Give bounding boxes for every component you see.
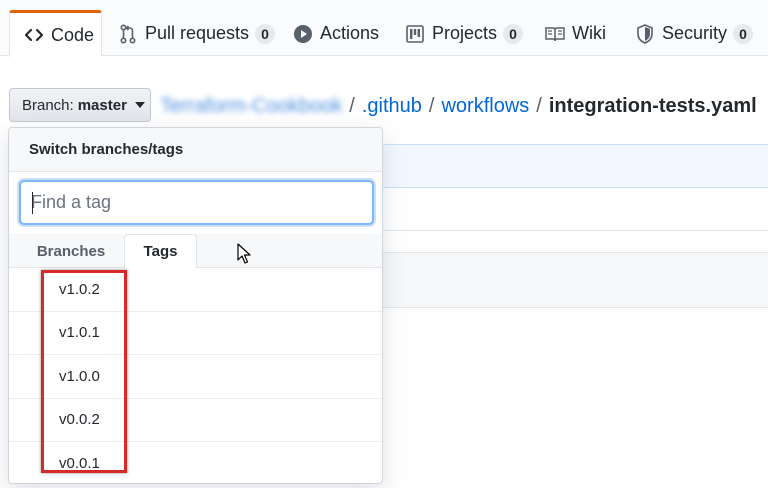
dropdown-title: Switch branches/tags bbox=[9, 128, 382, 172]
tag-list: v1.0.2 v1.0.1 v1.0.0 v0.0.2 v0.0.1 bbox=[9, 268, 382, 483]
text-cursor bbox=[32, 192, 33, 214]
pull-request-count: 0 bbox=[255, 23, 276, 44]
pull-request-icon bbox=[118, 23, 138, 44]
breadcrumb-repo-link[interactable]: Terraform-Cookbook bbox=[160, 95, 342, 118]
tab-code[interactable]: Code bbox=[9, 10, 102, 57]
tab-branches[interactable]: Branches bbox=[25, 234, 117, 268]
breadcrumb-file: integration-tests.yaml bbox=[548, 94, 757, 117]
breadcrumb-separator: / bbox=[536, 94, 542, 117]
play-icon bbox=[293, 24, 313, 44]
commit-info-bar bbox=[381, 144, 768, 188]
projects-count: 0 bbox=[503, 23, 524, 44]
dropdown-tabs: Branches Tags bbox=[9, 234, 382, 269]
breadcrumb-separator: / bbox=[428, 94, 435, 117]
tag-item[interactable]: v0.0.1 bbox=[9, 442, 382, 483]
tag-item[interactable]: v1.0.1 bbox=[9, 312, 382, 355]
tab-security[interactable]: Security 0 bbox=[621, 10, 767, 57]
book-icon bbox=[545, 24, 565, 44]
tab-label: Pull requests bbox=[145, 23, 250, 43]
tag-item[interactable]: v1.0.0 bbox=[9, 355, 382, 399]
breadcrumb: Terraform-Cookbook / .github / workflows… bbox=[160, 92, 757, 120]
tab-projects[interactable]: Projects 0 bbox=[391, 10, 537, 57]
repo-nav: Code Pull requests 0 Actions Projects 0 … bbox=[0, 0, 768, 57]
breadcrumb-workflows-link[interactable]: workflows bbox=[441, 95, 529, 118]
tag-item[interactable]: v1.0.2 bbox=[9, 268, 382, 312]
shield-icon bbox=[635, 23, 655, 44]
project-icon bbox=[405, 24, 425, 44]
tag-filter-field[interactable] bbox=[19, 180, 374, 225]
tab-label: Projects bbox=[432, 23, 498, 43]
branch-name: master bbox=[77, 96, 127, 114]
tab-tags[interactable]: Tags bbox=[124, 234, 197, 269]
file-header-bar bbox=[381, 252, 768, 308]
branch-select-button[interactable]: Branch: master bbox=[9, 88, 151, 122]
mouse-pointer-icon bbox=[237, 243, 251, 264]
breadcrumb-github-link[interactable]: .github bbox=[362, 95, 422, 118]
tab-wiki[interactable]: Wiki bbox=[531, 10, 620, 57]
tab-label: Actions bbox=[320, 23, 380, 43]
branch-prefix: Branch: bbox=[22, 96, 74, 114]
divider bbox=[381, 230, 768, 231]
find-tag-input[interactable] bbox=[21, 182, 372, 223]
tab-actions[interactable]: Actions bbox=[279, 10, 393, 57]
tab-label: Wiki bbox=[572, 23, 606, 43]
breadcrumb-separator: / bbox=[349, 94, 355, 117]
security-count: 0 bbox=[733, 23, 754, 44]
tab-pull-requests[interactable]: Pull requests 0 bbox=[104, 10, 289, 57]
caret-down-icon bbox=[134, 102, 145, 108]
tab-label: Security bbox=[662, 23, 728, 43]
tab-label: Code bbox=[51, 24, 95, 45]
branch-tag-dropdown: Switch branches/tags Branches Tags v1.0.… bbox=[8, 127, 383, 484]
tag-item[interactable]: v0.0.2 bbox=[9, 399, 382, 442]
code-icon bbox=[24, 25, 44, 45]
